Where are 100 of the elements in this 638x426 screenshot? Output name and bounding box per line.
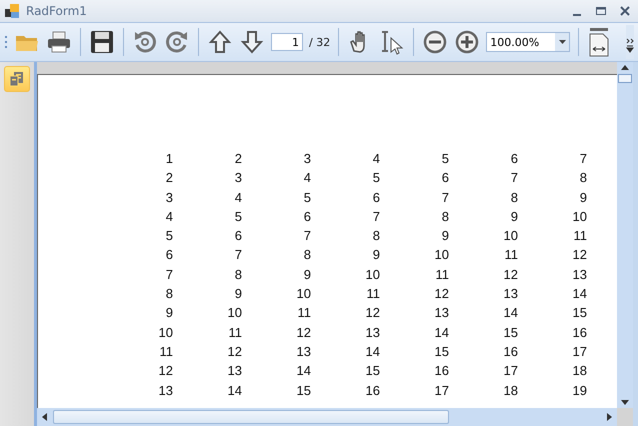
number-cell-text: 7 (234, 246, 242, 264)
number-cell-text: 8 (302, 246, 311, 264)
vertical-scrollbar[interactable] (617, 62, 633, 408)
number-cell-text: 12 (364, 304, 380, 322)
pages-toggle-button[interactable] (4, 66, 30, 92)
number-cell-text: 16 (572, 324, 587, 342)
number-cell-text: 9 (578, 188, 587, 207)
number-cell-text: 11 (296, 304, 311, 322)
number-cell-text: 14 (296, 362, 311, 380)
horizontal-scrollbar[interactable] (37, 408, 617, 426)
number-cell-text: 7 (372, 208, 380, 226)
number-cell-text: 7 (510, 169, 518, 188)
page-number-field[interactable]: 1 (271, 33, 303, 51)
number-cell-text: 15 (434, 342, 449, 361)
number-cell-text: 14 (364, 342, 380, 361)
number-cell-text: 10 (296, 285, 311, 304)
number-cell-text: 3 (164, 188, 173, 207)
number-cell-text: 5 (372, 169, 380, 188)
scroll-left-icon[interactable] (42, 413, 47, 421)
number-cell-text: 6 (510, 150, 518, 168)
save-icon[interactable] (89, 29, 115, 55)
number-cell-text: 13 (572, 266, 587, 284)
number-cell-text: 9 (164, 304, 173, 322)
page-width-icon[interactable] (587, 27, 612, 57)
number-cell-text: 19 (572, 382, 587, 400)
number-cell-text: 4 (302, 169, 311, 188)
number-cell-text: 15 (502, 324, 518, 342)
number-cell-text: 13 (434, 304, 449, 322)
number-cell-text: 8 (234, 266, 242, 284)
scroll-down-icon[interactable] (621, 400, 629, 405)
number-cell-text: 7 (440, 188, 449, 207)
number-cell-text: 11 (572, 227, 587, 246)
number-cell-text: 5 (440, 150, 449, 168)
number-cell-text: 3 (234, 169, 242, 188)
app-icon (4, 3, 20, 19)
number-cell-text: 8 (578, 169, 587, 188)
number-cell-text: 14 (226, 382, 242, 400)
arrow-up-icon[interactable] (207, 29, 233, 55)
number-cell-text: 5 (164, 227, 173, 246)
number-cell-text: 14 (434, 324, 449, 342)
pages-icon (9, 71, 25, 87)
number-cell-text: 8 (510, 188, 518, 207)
number-cell-text: 2 (164, 169, 173, 188)
zoom-in-icon[interactable] (454, 29, 480, 55)
number-cell-text: 15 (296, 382, 311, 400)
redo-icon[interactable] (164, 29, 190, 55)
number-cell-text: 12 (572, 246, 587, 264)
number-cell-text: 10 (158, 324, 173, 342)
number-cell-text: 1 (164, 150, 173, 168)
scroll-thumb[interactable] (618, 74, 632, 83)
number-cell-text: 14 (572, 285, 587, 304)
print-icon[interactable] (46, 29, 72, 55)
number-cell-text: 10 (502, 227, 518, 246)
number-cell-text: 12 (158, 362, 173, 380)
maximize-button[interactable] (594, 4, 608, 18)
number-cell-text: 11 (504, 246, 518, 264)
zoom-out-icon[interactable] (422, 29, 448, 55)
number-cell-text: 6 (372, 188, 380, 207)
number-cell-text: 5 (302, 188, 311, 207)
number-cell-text: 6 (440, 169, 449, 188)
number-cell-text: 17 (434, 382, 449, 400)
number-cell-text: 4 (372, 150, 380, 168)
number-cell-text: 9 (510, 208, 518, 226)
text-select-icon[interactable] (379, 29, 406, 55)
number-cell-text: 7 (302, 227, 311, 246)
number-cell-text: 11 (158, 342, 173, 361)
window-title: RadForm1 (26, 4, 87, 18)
number-cell-text: 10 (226, 304, 242, 322)
number-cell-text: 16 (434, 362, 449, 380)
number-cell-text: 14 (502, 304, 518, 322)
overflow-icon[interactable] (626, 25, 634, 59)
close-button[interactable] (618, 4, 632, 18)
number-cell-text: 9 (372, 246, 380, 264)
grip-icon[interactable] (4, 34, 8, 50)
number-cell-text: 11 (434, 266, 449, 284)
scroll-right-icon[interactable] (607, 413, 612, 421)
number-cell-text: 13 (296, 342, 311, 361)
number-cell-text: 6 (164, 246, 173, 264)
number-cell-text: 2 (234, 150, 242, 168)
number-cell-text: 13 (364, 324, 380, 342)
scroll-up-icon[interactable] (621, 65, 629, 70)
number-cell-text: 17 (572, 342, 587, 361)
undo-icon[interactable] (132, 29, 158, 55)
number-cell-text: 10 (572, 208, 587, 226)
number-cell-text: 13 (226, 362, 242, 380)
number-cell-text: 7 (164, 266, 173, 284)
number-cell-text: 15 (364, 362, 380, 380)
number-cell-text: 12 (296, 324, 311, 342)
number-cell-text: 6 (234, 227, 242, 246)
number-cell-text: 17 (502, 362, 518, 380)
number-cell-text: 16 (502, 342, 518, 361)
number-cell-text: 11 (228, 324, 242, 342)
number-cell-text: 4 (164, 208, 173, 226)
number-cell-text: 16 (364, 382, 380, 400)
zoom-dropdown[interactable]: 100.00% (486, 32, 570, 52)
scroll-thumb[interactable] (53, 410, 449, 424)
number-cell-text: 4 (234, 188, 242, 207)
arrow-down-icon[interactable] (239, 29, 265, 55)
number-cell-text: 9 (302, 266, 311, 284)
number-cell-text: 12 (226, 342, 242, 361)
